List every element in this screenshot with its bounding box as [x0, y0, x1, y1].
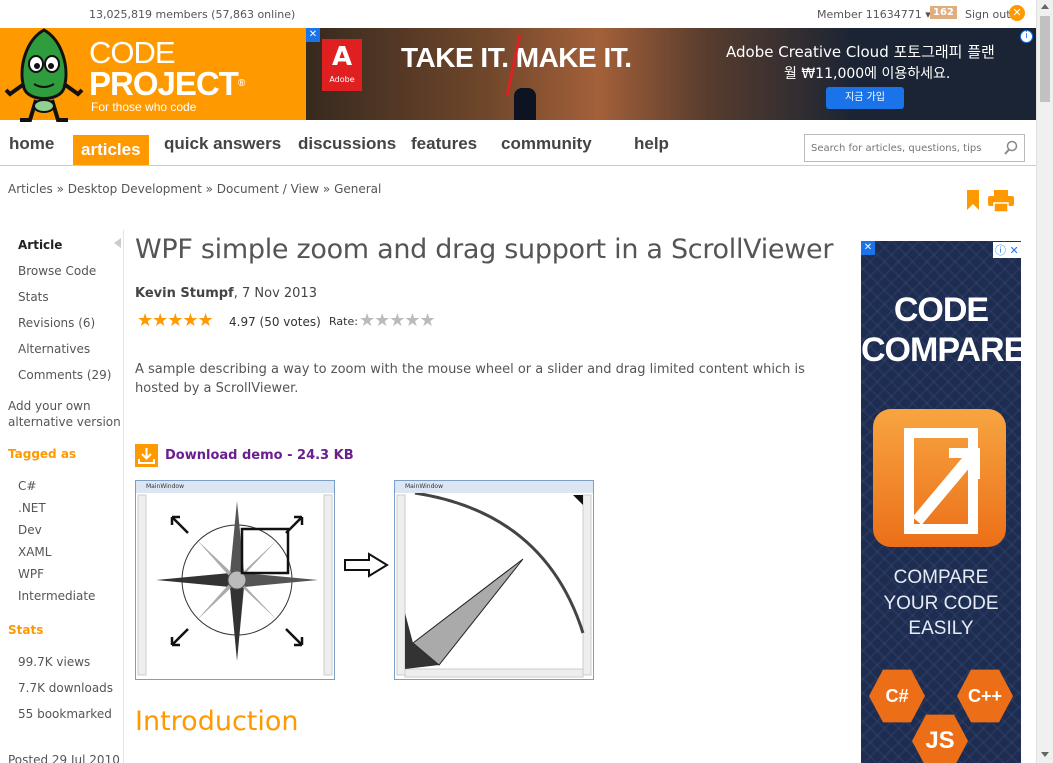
author-link[interactable]: Kevin Stumpf [135, 286, 234, 301]
sign-out-link[interactable]: Sign out [965, 8, 1011, 21]
sidebar-item-comments[interactable]: Comments (29) [18, 368, 112, 382]
banner-text-line-1: Adobe Creative Cloud 포토그래피 플랜 [726, 43, 995, 61]
download-label: Download demo - 24.3 KB [165, 448, 354, 463]
add-alternative-link[interactable]: Add your own alternative version [8, 398, 121, 430]
logo-project-text: PROJECT [89, 65, 239, 102]
info-icon[interactable]: ⓘ ✕ [993, 242, 1021, 258]
registered-mark: ® [237, 78, 245, 89]
banner-text-line-2: 월 ₩11,000에 이용하세요. [784, 66, 951, 82]
site-logo[interactable]: CODE PROJECT® For those who code [89, 35, 245, 114]
sidebar-item-article[interactable]: Article [18, 238, 62, 252]
sidebar-item-alternatives[interactable]: Alternatives [18, 342, 90, 356]
collapse-arrow-icon[interactable] [114, 238, 121, 248]
member-id: Member 11634771 [817, 8, 922, 21]
breadcrumb[interactable]: Articles » Desktop Development » Documen… [8, 182, 381, 196]
member-menu[interactable]: Member 11634771 ▾ [817, 8, 931, 21]
rate-stars-input[interactable]: ★★★★★ [359, 310, 436, 331]
search-box [804, 134, 1025, 162]
banner-headline-left: TAKE IT. [401, 42, 509, 73]
tag-dotnet[interactable]: .NET [18, 501, 46, 515]
bookmark-icon[interactable] [967, 190, 979, 210]
window-title: MainWindow [136, 481, 334, 493]
article-byline: Kevin Stumpf, 7 Nov 2013 [135, 286, 317, 301]
ad-title-line-1: CODE [893, 291, 989, 329]
adobe-label: Adobe [329, 75, 355, 84]
tag-dev[interactable]: Dev [18, 523, 42, 537]
nav-help[interactable]: help [634, 134, 669, 154]
nav-community[interactable]: community [501, 134, 592, 154]
stat-downloads: 7.7K downloads [18, 681, 114, 695]
scroll-thumb[interactable] [1040, 16, 1050, 102]
ad-subtitle-line-2: YOUR CODE [883, 593, 999, 614]
close-icon[interactable]: ✕ [306, 28, 320, 42]
stats-heading: Stats [8, 623, 44, 637]
rate-label: Rate: [329, 315, 358, 328]
nav-articles[interactable]: articles [73, 135, 149, 165]
rating-stars: ★★★★★ [137, 310, 214, 331]
reputation-badge[interactable]: 162 [930, 6, 957, 19]
stat-views: 99.7K views [18, 655, 91, 669]
zoomed-compass-image [396, 493, 592, 678]
logo-line-1: CODE [89, 35, 176, 70]
tag-intermediate[interactable]: Intermediate [18, 589, 95, 603]
window-title: MainWindow [395, 481, 593, 493]
demo-screenshot-after: MainWindow [394, 480, 594, 680]
search-input[interactable] [805, 135, 995, 161]
ad-title-line-2: COMPARE [861, 331, 1021, 369]
adobe-logo: A Adobe [322, 39, 362, 91]
site-header: CODE PROJECT® For those who code ✕ A Ado… [0, 28, 1036, 122]
article-description: A sample describing a way to zoom with t… [135, 362, 805, 396]
ad-subtitle-line-1: COMPARE [893, 567, 989, 588]
add-alternative-line-1: Add your own [8, 399, 91, 413]
bob-mascot-icon[interactable] [4, 28, 84, 126]
banner-headline-right: MAKE IT. [515, 42, 632, 73]
nav-home[interactable]: home [9, 134, 54, 154]
code-compare-logo-icon [873, 409, 1006, 547]
search-icon[interactable] [1004, 140, 1018, 156]
logo-line-2: PROJECT® [89, 65, 245, 102]
rating-value: 4.97 (50 votes) [229, 315, 321, 329]
adobe-letter: A [331, 42, 353, 72]
article-title: WPF simple zoom and drag support in a Sc… [135, 234, 834, 265]
members-count: 13,025,819 members (57,863 online) [89, 8, 296, 21]
top-bar: 13,025,819 members (57,863 online) Membe… [0, 0, 1036, 28]
sidebar-item-revisions[interactable]: Revisions (6) [18, 316, 95, 330]
close-icon[interactable]: ✕ [1009, 5, 1025, 21]
stat-bookmarked: 55 bookmarked [18, 707, 112, 721]
tag-csharp[interactable]: C# [18, 479, 36, 493]
nav-discussions[interactable]: discussions [298, 134, 396, 154]
info-icon[interactable]: i [1020, 30, 1033, 43]
banner-signup-button[interactable]: 지금 가입 [826, 87, 904, 109]
print-icon[interactable] [988, 190, 1014, 212]
sidebar-item-stats[interactable]: Stats [18, 290, 49, 304]
scroll-down-icon[interactable] [1041, 752, 1049, 757]
article-sidebar: Article Browse Code Stats Revisions (6) … [0, 230, 124, 763]
download-icon [135, 444, 158, 467]
posted-date: Posted 29 Jul 2010 [8, 753, 120, 763]
compass-image [137, 494, 333, 676]
side-ad[interactable]: ✕ ⓘ ✕ CODE COMPARE COMPARE YOUR CODE EAS… [861, 241, 1021, 763]
article-date: , 7 Nov 2013 [233, 286, 317, 301]
tag-wpf[interactable]: WPF [18, 567, 44, 581]
close-icon[interactable]: ✕ [861, 241, 875, 255]
page-scrollbar[interactable] [1036, 0, 1053, 763]
nav-features[interactable]: features [411, 134, 477, 154]
right-arrow-icon [344, 552, 389, 578]
ad-subtitle-line-3: EASILY [908, 618, 974, 639]
scroll-up-icon[interactable] [1041, 4, 1049, 9]
logo-tagline: For those who code [91, 100, 197, 114]
tag-xaml[interactable]: XAML [18, 545, 51, 559]
top-ad-banner[interactable]: ✕ A Adobe TAKE IT. MAKE IT. Adobe Creati… [306, 28, 1036, 120]
main-nav: home articles quick answers discussions … [0, 120, 1036, 166]
banner-figure [514, 88, 536, 120]
demo-screenshot-before: MainWindow [135, 480, 335, 680]
nav-quick-answers[interactable]: quick answers [164, 134, 281, 154]
sidebar-item-browse-code[interactable]: Browse Code [18, 264, 96, 278]
introduction-heading: Introduction [135, 706, 299, 737]
add-alternative-line-2: alternative version [8, 415, 121, 429]
tagged-as-heading: Tagged as [8, 447, 77, 461]
